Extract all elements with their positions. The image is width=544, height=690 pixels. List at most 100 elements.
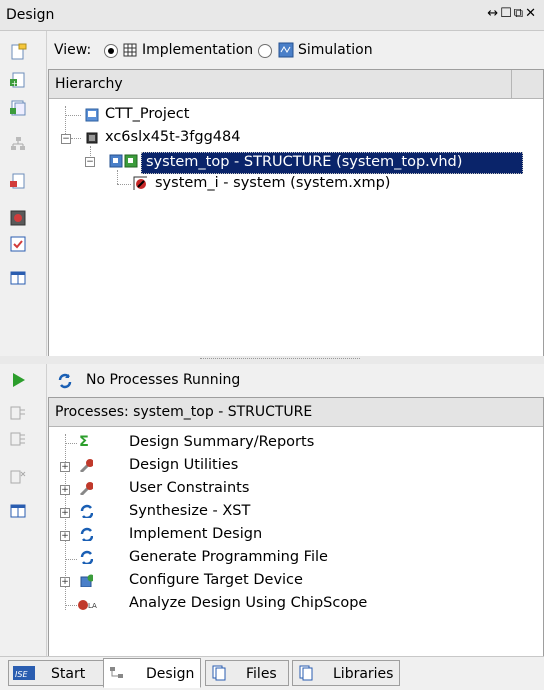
panel-titlebar: Design ↔☐⧉✕ xyxy=(0,0,544,31)
user-constraints-icon xyxy=(79,482,93,495)
process-user-constraints[interactable]: User Constraints xyxy=(129,480,249,496)
vhdl-module-icon xyxy=(109,154,138,168)
simulation-radio[interactable] xyxy=(258,44,272,58)
libraries-icon xyxy=(299,665,313,681)
rerun-all-icon xyxy=(10,432,25,446)
rerun-all-button[interactable] xyxy=(9,430,27,448)
tab-libraries-label: Libraries xyxy=(333,666,394,682)
collapse-icon[interactable]: − xyxy=(61,134,71,144)
process-design-utilities[interactable]: Design Utilities xyxy=(129,457,238,473)
maximize-icon[interactable]: ☐ xyxy=(500,6,514,21)
remove-source-button[interactable] xyxy=(9,172,27,190)
close-icon[interactable]: ✕ xyxy=(525,6,538,21)
splitter-grip xyxy=(200,358,360,361)
design-panel: Design ↔☐⧉✕ + View: Implementation Simul… xyxy=(0,0,544,690)
expand-icon[interactable]: + xyxy=(60,485,70,495)
fpga-device-icon xyxy=(86,132,98,144)
tab-start[interactable]: ISE Start xyxy=(8,660,104,686)
tab-design[interactable]: Design xyxy=(103,658,201,688)
new-source-button[interactable] xyxy=(9,43,27,61)
synthesize-sync-icon xyxy=(80,504,93,518)
panel-splitter[interactable] xyxy=(0,356,544,364)
rerun-icon xyxy=(10,406,25,420)
chip-settings-icon xyxy=(10,210,26,226)
tree-node-top-selected[interactable]: system_top - STRUCTURE (system_top.vhd) xyxy=(141,152,523,174)
chipscope-icon: LA xyxy=(78,600,97,610)
simulation-label[interactable]: Simulation xyxy=(298,42,373,58)
panel-title: Design xyxy=(6,7,55,23)
simulation-icon xyxy=(278,42,294,58)
tree-line xyxy=(65,559,77,560)
tab-design-label: Design xyxy=(146,666,195,682)
hierarchy-title: Hierarchy xyxy=(55,76,123,92)
play-icon xyxy=(13,373,25,387)
checklist-icon xyxy=(10,236,26,252)
new-source-icon xyxy=(11,43,27,60)
run-button[interactable] xyxy=(9,371,27,389)
expand-icon[interactable]: + xyxy=(60,462,70,472)
view-selector: View: Implementation Simulation xyxy=(48,32,544,68)
process-implement[interactable]: Implement Design xyxy=(129,526,262,542)
bottom-tab-bar: ISE Start Design Files Libraries xyxy=(0,656,544,690)
implement-sync-icon xyxy=(80,527,93,541)
add-source-button[interactable]: + xyxy=(9,71,27,89)
processes-title: Processes: system_top - STRUCTURE xyxy=(55,404,313,420)
files-icon xyxy=(212,665,226,681)
remove-source-icon xyxy=(10,173,25,189)
panel-layout-icon xyxy=(10,504,26,518)
process-generate-programming[interactable]: Generate Programming File xyxy=(129,549,328,565)
header-divider xyxy=(511,70,512,98)
hierarchy-icon xyxy=(11,137,25,150)
design-hierarchy-icon xyxy=(110,667,123,678)
svg-text:ISE: ISE xyxy=(15,670,28,679)
tree-line xyxy=(65,605,77,606)
panel-window-controls: ↔☐⧉✕ xyxy=(487,6,538,21)
ise-logo-icon: ISE xyxy=(13,666,35,680)
embedded-system-icon xyxy=(133,176,147,190)
implementation-radio[interactable] xyxy=(104,44,118,58)
process-synthesize[interactable]: Synthesize - XST xyxy=(129,503,250,519)
restore-icon[interactable]: ⧉ xyxy=(514,6,525,21)
svg-text:+: + xyxy=(11,79,18,88)
expand-icon[interactable]: + xyxy=(60,508,70,518)
add-copy-source-button[interactable] xyxy=(9,99,27,117)
svg-text:LA: LA xyxy=(88,602,97,610)
view-label: View: xyxy=(54,42,92,58)
tree-node-project[interactable]: CTT_Project xyxy=(105,106,189,122)
collapse-icon[interactable]: − xyxy=(85,157,95,167)
expand-icon[interactable]: + xyxy=(60,531,70,541)
process-status-row: No Processes Running xyxy=(48,364,544,396)
move-icon[interactable]: ↔ xyxy=(487,6,500,21)
tab-libraries[interactable]: Libraries xyxy=(292,660,400,686)
hierarchy-header: Hierarchy xyxy=(49,70,543,99)
tab-files[interactable]: Files xyxy=(205,660,289,686)
tree-line xyxy=(71,138,81,139)
check-button[interactable] xyxy=(9,235,27,253)
tree-line xyxy=(117,184,131,185)
hierarchy-panel: Hierarchy CTT_Project − xc6slx45t-3fgg48… xyxy=(48,69,544,357)
hierarchy-button[interactable] xyxy=(9,135,27,153)
process-analyze-chipscope[interactable]: Analyze Design Using ChipScope xyxy=(129,595,367,611)
process-toolbar xyxy=(0,364,47,656)
properties-button[interactable] xyxy=(9,209,27,227)
process-status-text: No Processes Running xyxy=(86,372,241,388)
configure-device-icon xyxy=(80,574,93,587)
design-utilities-icon xyxy=(79,459,93,472)
tree-line xyxy=(117,170,118,184)
tree-line xyxy=(65,443,77,444)
tree-node-device[interactable]: xc6slx45t-3fgg484 xyxy=(105,129,240,145)
processes-header: Processes: system_top - STRUCTURE xyxy=(49,398,543,427)
process-design-summary[interactable]: Design Summary/Reports xyxy=(129,434,314,450)
processes-panel: Processes: system_top - STRUCTURE Σ Desi… xyxy=(48,397,544,657)
hierarchy-toolbar: + xyxy=(0,31,47,356)
tree-node-top-label: system_top - STRUCTURE (system_top.vhd) xyxy=(146,154,463,170)
tree-node-system[interactable]: system_i - system (system.xmp) xyxy=(155,175,390,191)
stop-button[interactable] xyxy=(9,468,27,486)
rerun-button[interactable] xyxy=(9,404,27,422)
process-configure-target[interactable]: Configure Target Device xyxy=(129,572,303,588)
panel-layout-button[interactable] xyxy=(9,269,27,287)
expand-icon[interactable]: + xyxy=(60,577,70,587)
implementation-icon xyxy=(123,43,137,57)
process-layout-button[interactable] xyxy=(9,502,27,520)
implementation-label[interactable]: Implementation xyxy=(142,42,253,58)
